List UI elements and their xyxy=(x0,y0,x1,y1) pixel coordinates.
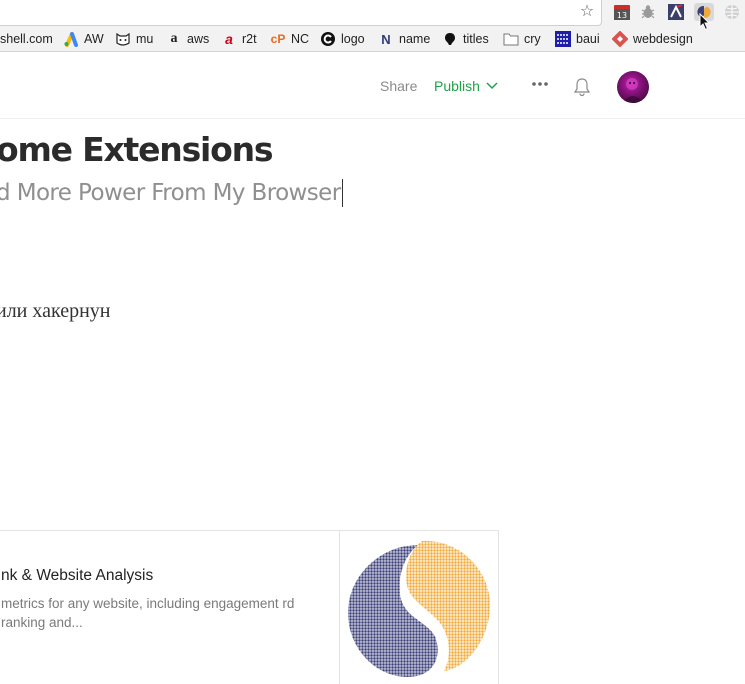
bookmark-label: webdesign xyxy=(633,32,693,46)
bookmark-label: NC xyxy=(291,32,310,46)
article-subtitle-text: d More Power From My Browser xyxy=(0,180,341,206)
bookmark-logo[interactable]: logo xyxy=(320,30,365,48)
bookmark-label: AW xyxy=(84,32,104,46)
bookmark-label: shell.com xyxy=(0,32,53,46)
address-bar[interactable] xyxy=(0,0,602,26)
folder-icon xyxy=(503,31,519,47)
bookmark-label: cry xyxy=(524,32,541,46)
bug-icon[interactable] xyxy=(638,3,658,21)
share-button[interactable]: Share xyxy=(380,78,417,94)
chevron-down-icon xyxy=(486,82,498,90)
name-site-icon: N xyxy=(381,31,391,47)
more-dots-icon xyxy=(532,82,548,86)
namecheap-icon: cP xyxy=(270,32,286,46)
globe-icon[interactable] xyxy=(722,3,742,21)
embed-title: nk & Website Analysis xyxy=(1,567,154,584)
article-paragraph[interactable]: или хакернун xyxy=(0,300,111,323)
bookmark-nc[interactable]: cP NC xyxy=(270,30,309,48)
article-title[interactable]: ome Extensions xyxy=(0,130,274,169)
mouse-cursor-icon xyxy=(699,13,711,31)
publish-button[interactable]: Publish xyxy=(434,78,498,94)
logo-site-icon xyxy=(320,31,336,47)
bookmark-shell[interactable]: shell.com xyxy=(0,30,53,48)
bookmark-label: logo xyxy=(341,32,365,46)
cat-face-icon xyxy=(115,31,131,47)
bookmark-name[interactable]: N name xyxy=(378,30,430,48)
bookmark-aw[interactable]: AW xyxy=(63,30,104,48)
bookmark-label: name xyxy=(399,32,431,46)
amazon-icon: a xyxy=(170,31,178,46)
more-options-button[interactable] xyxy=(531,74,549,92)
bookmark-aws[interactable]: a aws xyxy=(166,30,210,48)
r2t-icon: a xyxy=(225,31,233,47)
editor-header: Share Publish xyxy=(0,52,745,119)
bookmark-baui[interactable]: baui xyxy=(555,30,600,48)
browser-chrome: ☆ 13 shell.com AW mu a aws a r2t cP NC l… xyxy=(0,0,745,52)
embed-thumbnail xyxy=(339,531,499,684)
calendar-day: 13 xyxy=(617,11,627,20)
bookmark-webdesign[interactable]: webdesign xyxy=(612,30,693,48)
bullet-icon xyxy=(442,31,458,47)
text-caret xyxy=(341,179,343,207)
article-subtitle[interactable]: d More Power From My Browser xyxy=(0,179,343,207)
bookmark-titles[interactable]: titles xyxy=(442,30,489,48)
link-embed-card[interactable]: nk & Website Analysis metrics for any we… xyxy=(0,530,499,684)
bookmark-label: baui xyxy=(576,32,600,46)
bookmark-label: mu xyxy=(136,32,154,46)
extension-a-icon[interactable] xyxy=(666,3,686,21)
bookmark-r2t[interactable]: a r2t xyxy=(221,30,257,48)
bookmark-cry[interactable]: cry xyxy=(503,30,541,48)
publish-label: Publish xyxy=(434,78,480,94)
embed-description: metrics for any website, including engag… xyxy=(1,596,295,630)
baui-icon xyxy=(555,31,571,47)
bookmark-label: aws xyxy=(187,32,210,46)
webdesign-icon xyxy=(612,31,628,47)
notifications-bell-icon[interactable] xyxy=(572,77,592,97)
bookmark-label: titles xyxy=(463,32,489,46)
bookmark-label: r2t xyxy=(242,32,257,46)
similarweb-logo-icon xyxy=(348,540,491,677)
bookmark-star-icon[interactable]: ☆ xyxy=(578,2,596,20)
user-avatar[interactable] xyxy=(617,71,649,103)
bookmark-mu[interactable]: mu xyxy=(115,30,153,48)
calendar-icon[interactable]: 13 xyxy=(612,3,632,21)
adwords-icon xyxy=(63,31,79,47)
